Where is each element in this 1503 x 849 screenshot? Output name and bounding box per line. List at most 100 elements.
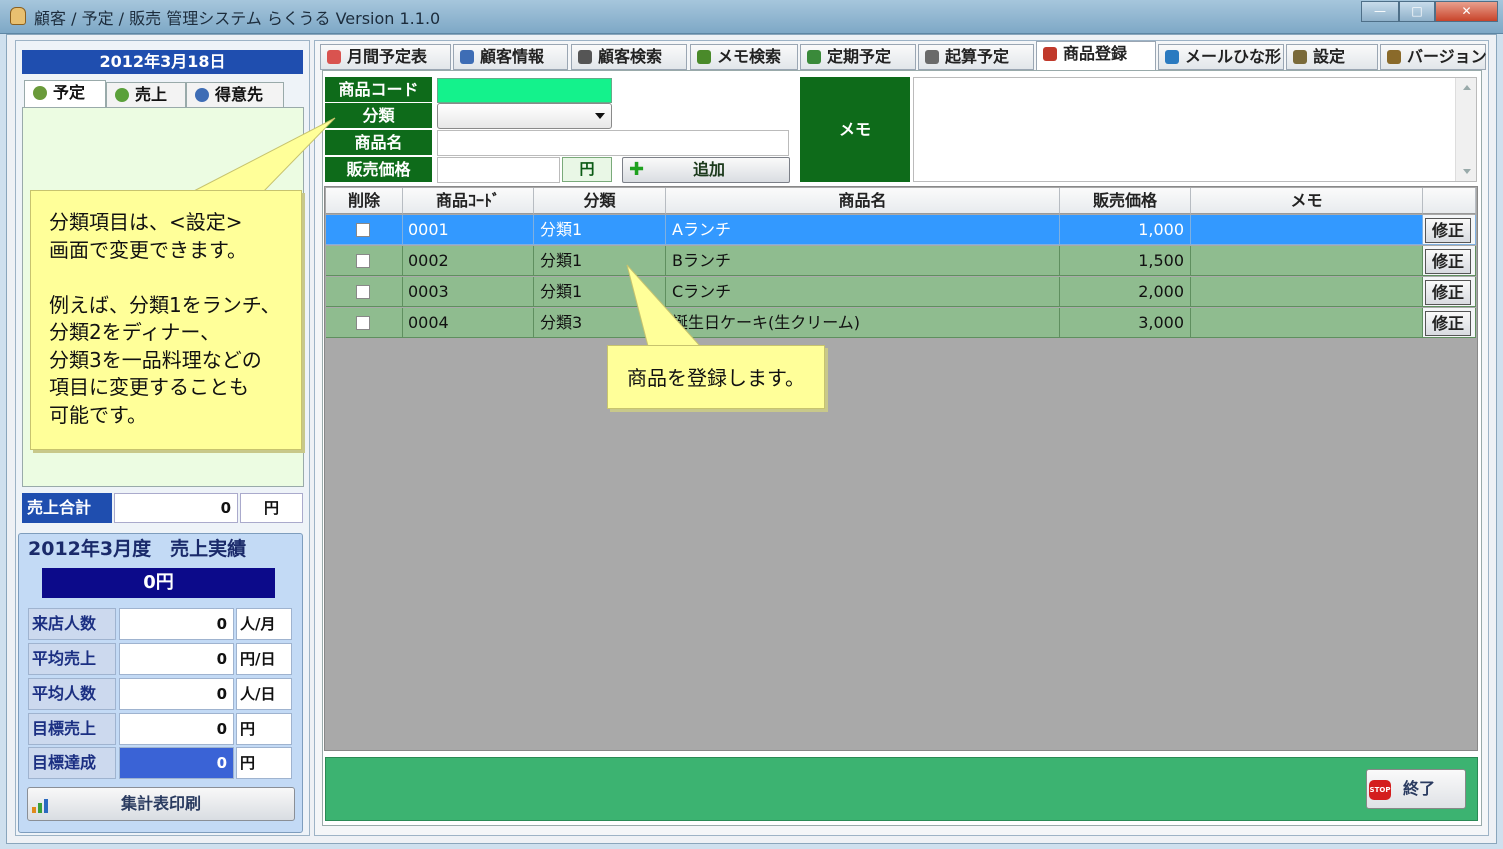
memo-scrollbar[interactable] bbox=[1455, 78, 1476, 181]
plus-icon: ✚ bbox=[629, 159, 645, 180]
sales-total-value: 0 bbox=[114, 493, 238, 523]
money-bag-icon bbox=[115, 88, 129, 102]
stat-target-sales-label: 目標売上 bbox=[28, 713, 116, 745]
table-row[interactable]: 0004 分類3 誕生日ケーキ(生クリーム) 3,000 修正 bbox=[326, 308, 1476, 338]
close-button[interactable]: ✕ bbox=[1435, 1, 1498, 22]
bar-chart-icon bbox=[32, 799, 48, 813]
sidebar-date: 2012年3月18日 bbox=[22, 50, 303, 74]
tab-settings[interactable]: 設定 bbox=[1286, 44, 1378, 70]
product-name-label: 商品名 bbox=[325, 130, 432, 155]
category-select[interactable] bbox=[437, 103, 612, 129]
stat-achievement-unit: 円 bbox=[236, 747, 292, 779]
delete-checkbox[interactable] bbox=[356, 285, 370, 299]
row-name: Bランチ bbox=[666, 246, 1060, 276]
row-delete-cell bbox=[326, 277, 403, 307]
table-row[interactable]: 0003 分類1 Cランチ 2,000 修正 bbox=[326, 277, 1476, 307]
yen-unit: 円 bbox=[562, 157, 612, 182]
stat-avg-visitors-unit: 人/日 bbox=[236, 678, 292, 710]
row-memo bbox=[1191, 215, 1423, 245]
row-delete-cell bbox=[326, 215, 403, 245]
sidebar-tab-sales[interactable]: 売上 bbox=[106, 82, 186, 108]
row-delete-cell bbox=[326, 308, 403, 338]
row-price: 1,000 bbox=[1060, 215, 1191, 245]
chevron-down-icon bbox=[595, 113, 605, 119]
price-label: 販売価格 bbox=[325, 157, 432, 182]
tab-customer-info[interactable]: 顧客情報 bbox=[453, 44, 568, 70]
product-code-label: 商品コード bbox=[325, 77, 432, 102]
delete-checkbox[interactable] bbox=[356, 223, 370, 237]
maximize-button[interactable]: □ bbox=[1399, 1, 1435, 22]
clock-icon bbox=[33, 86, 47, 100]
person-icon bbox=[697, 50, 711, 64]
search-icon bbox=[578, 50, 592, 64]
row-code: 0001 bbox=[403, 215, 534, 245]
row-category: 分類1 bbox=[534, 246, 666, 276]
sidebar-tab-clients[interactable]: 得意先 bbox=[186, 82, 284, 108]
print-summary-button[interactable]: 集計表印刷 bbox=[27, 787, 295, 821]
row-name: 誕生日ケーキ(生クリーム) bbox=[666, 308, 1060, 338]
people-icon bbox=[195, 88, 209, 102]
alarm-icon bbox=[925, 50, 939, 64]
row-edit-cell: 修正 bbox=[1423, 215, 1476, 245]
stat-visitors-value: 0 bbox=[119, 608, 234, 640]
tab-mail-template[interactable]: メールひな形 bbox=[1158, 44, 1284, 70]
row-category: 分類1 bbox=[534, 215, 666, 245]
monthly-total: 0円 bbox=[42, 568, 275, 598]
stat-visitors-label: 来店人数 bbox=[28, 608, 116, 640]
product-code-input[interactable] bbox=[437, 78, 612, 103]
memo-textarea[interactable] bbox=[913, 77, 1477, 182]
tab-product-registration[interactable]: 商品登録 bbox=[1036, 41, 1156, 71]
price-input[interactable] bbox=[437, 157, 560, 183]
mail-icon bbox=[1165, 50, 1179, 64]
register-callout: 商品を登録します。 bbox=[607, 345, 825, 409]
edit-button[interactable]: 修正 bbox=[1425, 311, 1471, 336]
sales-total-label: 売上合計 bbox=[22, 493, 112, 523]
row-memo bbox=[1191, 246, 1423, 276]
window-title: 顧客 / 予定 / 販売 管理システム らくうる Version 1.1.0 bbox=[34, 9, 441, 28]
tab-regular-schedule[interactable]: 定期予定 bbox=[800, 44, 916, 70]
tab-monthly-schedule[interactable]: 月間予定表 bbox=[320, 44, 451, 70]
stat-visitors-unit: 人/月 bbox=[236, 608, 292, 640]
monthly-results-title: 2012年3月度 売上実績 bbox=[28, 538, 247, 560]
row-delete-cell bbox=[326, 246, 403, 276]
delete-checkbox[interactable] bbox=[356, 254, 370, 268]
scroll-arrows-icon bbox=[1463, 85, 1471, 174]
minimize-button[interactable]: — bbox=[1361, 1, 1399, 22]
column-header-name: 商品名 bbox=[666, 188, 1060, 214]
row-price: 1,500 bbox=[1060, 246, 1191, 276]
tab-reckoning-schedule[interactable]: 起算予定 bbox=[918, 44, 1034, 70]
footer-bar bbox=[325, 757, 1478, 821]
column-header-code: 商品ｺｰﾄﾞ bbox=[403, 188, 534, 214]
row-code: 0002 bbox=[403, 246, 534, 276]
sales-total-unit: 円 bbox=[240, 493, 303, 523]
app-icon bbox=[10, 7, 26, 25]
stat-avg-sales-value: 0 bbox=[119, 643, 234, 675]
edit-button[interactable]: 修正 bbox=[1425, 218, 1471, 243]
row-price: 2,000 bbox=[1060, 277, 1191, 307]
clock-icon bbox=[807, 50, 821, 64]
table-row[interactable]: 0002 分類1 Bランチ 1,500 修正 bbox=[326, 246, 1476, 276]
tab-memo-search[interactable]: メモ検索 bbox=[690, 44, 798, 70]
tab-version[interactable]: バージョン bbox=[1380, 44, 1487, 70]
delete-checkbox[interactable] bbox=[356, 316, 370, 330]
edit-button[interactable]: 修正 bbox=[1425, 280, 1471, 305]
stat-avg-sales-unit: 円/日 bbox=[236, 643, 292, 675]
tab-customer-search[interactable]: 顧客検索 bbox=[571, 44, 687, 70]
tools-icon bbox=[1293, 50, 1307, 64]
sidebar-tab-schedule[interactable]: 予定 bbox=[24, 80, 106, 108]
stat-avg-sales-label: 平均売上 bbox=[28, 643, 116, 675]
row-edit-cell: 修正 bbox=[1423, 277, 1476, 307]
row-edit-cell: 修正 bbox=[1423, 308, 1476, 338]
stat-avg-visitors-value: 0 bbox=[119, 678, 234, 710]
add-button[interactable]: 追加 bbox=[622, 157, 790, 183]
product-name-input[interactable] bbox=[437, 130, 789, 156]
column-header-price: 販売価格 bbox=[1060, 188, 1191, 214]
row-code: 0003 bbox=[403, 277, 534, 307]
table-row[interactable]: 0001 分類1 Aランチ 1,000 修正 bbox=[326, 215, 1476, 245]
edit-button[interactable]: 修正 bbox=[1425, 249, 1471, 274]
people-icon bbox=[460, 50, 474, 64]
row-edit-cell: 修正 bbox=[1423, 246, 1476, 276]
stat-achievement-value: 0 bbox=[119, 747, 234, 779]
row-memo bbox=[1191, 277, 1423, 307]
row-memo bbox=[1191, 308, 1423, 338]
